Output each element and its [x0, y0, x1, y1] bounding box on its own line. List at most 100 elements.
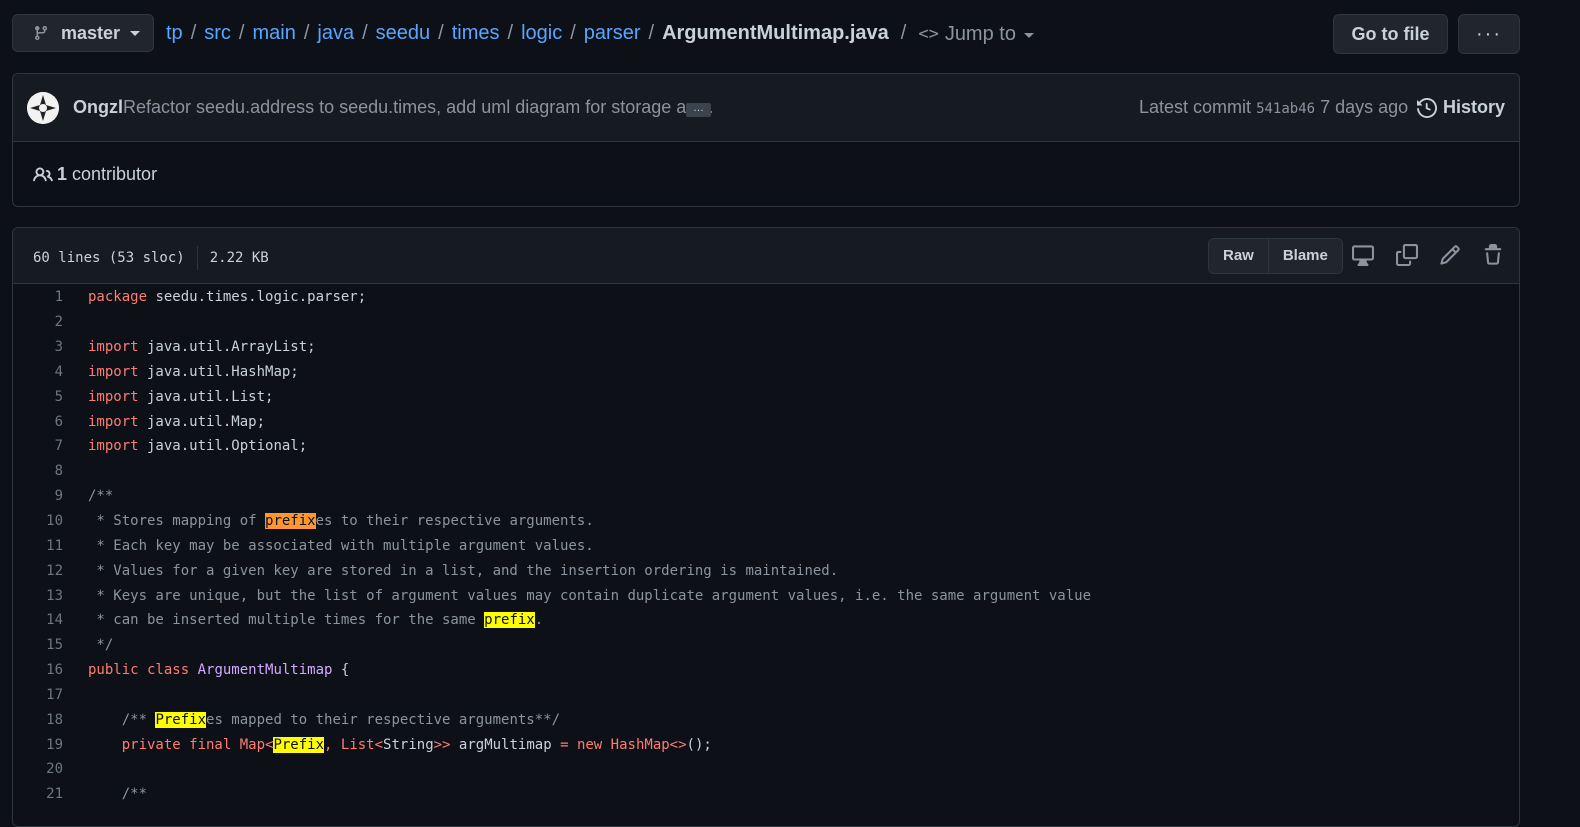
code-line: 19 private final Map<Prefix, List<String… — [13, 732, 1519, 757]
file-view-button-group: Raw Blame — [1208, 238, 1343, 274]
file-navigation-bar: master tp / src / main / java / seedu / times… — [12, 14, 1520, 54]
line-code: * Keys are unique, but the list of argum… — [88, 587, 1092, 604]
line-code: * Values for a given key are stored in a… — [88, 562, 839, 579]
line-code: */ — [88, 637, 114, 654]
branch-selector-button[interactable]: master — [12, 14, 154, 52]
line-code: import java.util.Optional; — [88, 438, 308, 455]
pencil-icon[interactable] — [1439, 244, 1461, 266]
breadcrumb-link-java[interactable]: java — [317, 22, 354, 45]
latest-commit-label: Latest commit — [1139, 97, 1252, 117]
code-line: 20 — [13, 757, 1519, 782]
copy-icon[interactable] — [1396, 244, 1418, 266]
breadcrumb-link-main[interactable]: main — [252, 22, 295, 45]
code-line: 7 import java.util.Optional; — [13, 434, 1519, 459]
code-line: 6 import java.util.Map; — [13, 409, 1519, 434]
line-code: public class ArgumentMultimap { — [88, 662, 350, 679]
file-line-count: 60 lines (53 sloc) — [33, 250, 185, 266]
line-number[interactable]: 10 — [13, 513, 88, 529]
chevron-down-icon — [130, 30, 141, 36]
line-number[interactable]: 21 — [13, 786, 88, 802]
code-line: 5 import java.util.List; — [13, 384, 1519, 409]
commit-row: Ongzl Refactor seedu.address to seedu.ti… — [13, 74, 1519, 142]
breadcrumb-link-src[interactable]: src — [204, 22, 231, 45]
desktop-icon[interactable] — [1352, 244, 1374, 266]
line-code: import java.util.List; — [88, 388, 274, 405]
breadcrumb-link-tp[interactable]: tp — [166, 22, 183, 45]
line-number[interactable]: 11 — [13, 538, 88, 554]
line-number[interactable]: 2 — [13, 314, 88, 330]
line-number[interactable]: 16 — [13, 662, 88, 678]
code-line: 11 * Each key may be associated with mul… — [13, 533, 1519, 558]
latest-commit-box: Ongzl Refactor seedu.address to seedu.ti… — [12, 73, 1520, 207]
breadcrumb-link-times[interactable]: times — [452, 22, 500, 45]
file-header: 60 lines (53 sloc) 2.22 KB Raw Blame — [13, 228, 1519, 284]
line-number[interactable]: 14 — [13, 612, 88, 628]
code-icon: <> — [918, 24, 939, 44]
line-number[interactable]: 19 — [13, 737, 88, 753]
line-code: /** — [88, 488, 114, 505]
contributors-link[interactable]: 1 contributor — [33, 164, 157, 185]
line-number[interactable]: 20 — [13, 761, 88, 777]
line-code: * Each key may be associated with multip… — [88, 537, 594, 554]
file-viewer: 60 lines (53 sloc) 2.22 KB Raw Blame 1 pa… — [12, 227, 1520, 827]
line-number[interactable]: 13 — [13, 588, 88, 604]
code-line: 15 */ — [13, 633, 1519, 658]
history-icon — [1417, 97, 1437, 118]
line-number[interactable]: 8 — [13, 463, 88, 479]
line-number[interactable]: 1 — [13, 289, 88, 305]
line-number[interactable]: 12 — [13, 563, 88, 579]
code-line: 10 * Stores mapping of prefixes to their… — [13, 509, 1519, 534]
code-line: 16 public class ArgumentMultimap { — [13, 658, 1519, 683]
trash-icon[interactable] — [1482, 244, 1504, 266]
latest-commit-info: Latest commit 541ab46 7 days ago — [1139, 97, 1408, 118]
breadcrumb-link-seedu[interactable]: seedu — [376, 22, 431, 45]
history-label: History — [1443, 97, 1506, 117]
raw-button[interactable]: Raw — [1209, 239, 1268, 273]
code-line: 4 import java.util.HashMap; — [13, 360, 1519, 385]
line-number[interactable]: 7 — [13, 438, 88, 454]
line-code: private final Map<Prefix, List<String>> … — [88, 736, 712, 753]
commit-message[interactable]: Refactor seedu.address to seedu.times, a… — [123, 97, 714, 118]
code-line: 13 * Keys are unique, but the list of ar… — [13, 583, 1519, 608]
breadcrumb-link-logic[interactable]: logic — [521, 22, 562, 45]
history-link[interactable]: History — [1417, 97, 1505, 118]
line-number[interactable]: 6 — [13, 414, 88, 430]
line-code: /** Prefixes mapped to their respective … — [88, 711, 561, 728]
blame-button[interactable]: Blame — [1267, 239, 1342, 273]
line-number[interactable]: 3 — [13, 339, 88, 355]
line-code: import java.util.HashMap; — [88, 363, 299, 380]
avatar[interactable] — [27, 92, 59, 124]
line-number[interactable]: 15 — [13, 637, 88, 653]
contributor-count: 1 — [57, 164, 68, 184]
jump-to-menu[interactable]: <> Jump to — [918, 23, 1034, 46]
commit-author[interactable]: Ongzl — [73, 97, 123, 118]
avatar-identicon-icon — [27, 92, 59, 124]
line-number[interactable]: 5 — [13, 389, 88, 405]
code-line: 9/** — [13, 484, 1519, 509]
expand-commit-message-button[interactable]: … — [686, 103, 711, 117]
people-icon — [33, 166, 53, 181]
line-number[interactable]: 4 — [13, 364, 88, 380]
jump-to-label: Jump to — [944, 22, 1016, 45]
line-code: import java.util.Map; — [88, 413, 266, 430]
code-line: 21 /** — [13, 782, 1519, 807]
commit-age: 7 days ago — [1320, 97, 1409, 117]
file-size: 2.22 KB — [209, 250, 269, 266]
line-number[interactable]: 18 — [13, 712, 88, 728]
go-to-file-button[interactable]: Go to file — [1333, 14, 1448, 54]
breadcrumb: tp / src / main / java / seedu / times / logic… — [166, 22, 1034, 46]
line-code: * can be inserted multiple times for the… — [88, 612, 544, 629]
line-number[interactable]: 17 — [13, 687, 88, 703]
line-code: import java.util.ArrayList; — [88, 339, 316, 356]
line-number[interactable]: 9 — [13, 488, 88, 504]
git-branch-icon — [34, 26, 47, 41]
line-code: * Stores mapping of prefixes to their re… — [88, 513, 594, 530]
breadcrumb-link-parser[interactable]: parser — [584, 22, 641, 45]
code-line: 2 — [13, 310, 1519, 335]
line-code: /** — [88, 786, 148, 803]
line-code: package seedu.times.logic.parser; — [88, 289, 367, 306]
code-line: 8 — [13, 459, 1519, 484]
commit-sha-link[interactable]: 541ab46 — [1256, 101, 1315, 117]
chevron-down-icon — [1023, 33, 1034, 38]
more-options-button[interactable]: ··· — [1458, 14, 1520, 54]
